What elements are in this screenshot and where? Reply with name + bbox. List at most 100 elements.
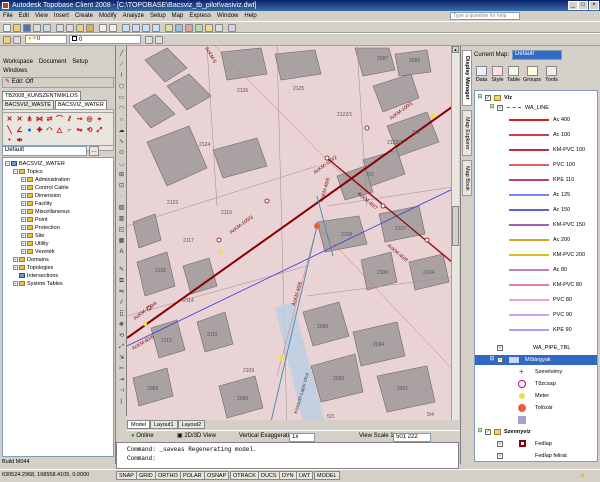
fitting-symbol[interactable]	[216, 237, 222, 243]
tab-workspace[interactable]: TB2008_KUNSZENTMIKLOS	[2, 91, 81, 100]
layer-group-szennyviz[interactable]: ⊟ ✓ Szennyvíz	[475, 427, 597, 437]
point-style-row[interactable]: Tűzcsap	[475, 379, 597, 389]
ducs-toggle[interactable]: DUCS	[258, 471, 280, 480]
layer-manager-icon[interactable]	[3, 36, 11, 44]
visibility-checkbox[interactable]: ✓	[497, 453, 503, 459]
line-red-icon[interactable]: ╲	[5, 126, 14, 135]
line-style-row[interactable]: Ac 400	[475, 115, 597, 125]
command-prompt[interactable]: Command:	[127, 454, 458, 463]
stretch-icon[interactable]: ⇲	[117, 354, 126, 363]
menu-window[interactable]: Window	[214, 11, 241, 21]
valve-symbol[interactable]	[314, 223, 320, 229]
print-icon[interactable]	[33, 24, 41, 32]
tree-topologies[interactable]: + Topologies	[13, 264, 53, 272]
line-icon[interactable]: ╱	[117, 50, 126, 59]
fitting-symbol[interactable]	[380, 203, 386, 209]
xline-icon[interactable]: ⟋	[117, 61, 126, 70]
point-style-row[interactable]: Tolózár	[475, 403, 597, 413]
collapse-icon[interactable]: −	[5, 161, 10, 167]
polyline-icon[interactable]: ⌇	[117, 72, 126, 81]
table-button[interactable]: Table	[506, 66, 521, 83]
layer-waste-row[interactable]: ✓ Fedlap	[475, 439, 597, 449]
cross-icon[interactable]: ✚	[35, 126, 44, 135]
close-button[interactable]: ×	[589, 1, 599, 10]
meter-symbol[interactable]	[278, 355, 284, 361]
tab-bacsviz-waste[interactable]: BACSVIZ_WASTE	[2, 100, 54, 109]
move-icon[interactable]: ✥	[117, 321, 126, 330]
ortho-toggle[interactable]: ORTHO	[155, 471, 181, 480]
view-scale-input[interactable]: 501 222	[393, 433, 431, 442]
layer-state-icon[interactable]	[13, 36, 21, 44]
circle-icon[interactable]: ○	[117, 116, 126, 125]
tree-intersections[interactable]: Intersections	[19, 272, 58, 280]
mtext-icon[interactable]: A	[117, 248, 126, 257]
layer-name-dropdown[interactable]: 0	[69, 35, 141, 44]
meter-symbol[interactable]	[219, 250, 223, 254]
ellipse-arc-icon[interactable]: ◡	[117, 160, 126, 169]
rotate-icon[interactable]: ⟲	[85, 126, 94, 135]
visibility-checkbox[interactable]: ✓	[497, 357, 503, 363]
tree-topic-item[interactable]: + Vezeték	[21, 248, 55, 256]
rotate-icon[interactable]: ⟲	[117, 332, 126, 341]
copy-icon[interactable]: ⧉	[117, 277, 126, 286]
merge-icon[interactable]: ⋈	[35, 115, 44, 124]
zoom-previous-icon[interactable]	[152, 24, 160, 32]
menu-modify[interactable]: Modify	[96, 11, 120, 21]
menu-map[interactable]: Map	[169, 11, 187, 21]
copy-icon[interactable]	[66, 24, 74, 32]
array-icon[interactable]: ⣿	[117, 310, 126, 319]
blue-point-icon[interactable]: ●	[25, 126, 34, 135]
map-drawing[interactable]: 2126 2124 2125 2123 2122/1 2122/2 2119 2…	[127, 46, 459, 430]
calculator-icon[interactable]	[215, 24, 223, 32]
reverse-icon[interactable]: ⇄	[45, 115, 54, 124]
preview-icon[interactable]	[43, 24, 51, 32]
menu-help[interactable]: Help	[241, 11, 259, 21]
scale-icon[interactable]: ⤢	[117, 343, 126, 352]
tools-button[interactable]: Tools	[544, 66, 559, 83]
fitting-symbol[interactable]	[424, 237, 430, 243]
document-menu-item[interactable]: Document	[36, 59, 69, 65]
line-style-row[interactable]: Ac 150	[475, 205, 597, 215]
expand-icon[interactable]: +	[21, 209, 26, 215]
make-block-icon[interactable]: ⊡	[117, 182, 126, 191]
filter-options-button[interactable]: …	[89, 146, 99, 156]
edit-off-toggle[interactable]: Edit: Off	[12, 79, 34, 85]
open-icon[interactable]	[13, 24, 21, 32]
line-style-row[interactable]: PVC 90	[475, 310, 597, 320]
expand-icon[interactable]: +	[13, 257, 18, 263]
osnap-toggle[interactable]: OSNAP	[204, 471, 230, 480]
pan-icon[interactable]	[122, 24, 130, 32]
expand-icon[interactable]: +	[21, 201, 26, 207]
line-style-row[interactable]: KPE 90	[475, 325, 597, 335]
paste-icon[interactable]	[76, 24, 84, 32]
ellipse-icon[interactable]: ⬭	[117, 149, 126, 158]
line-style-row[interactable]: Ac 125	[475, 190, 597, 200]
expand-icon[interactable]: +	[21, 177, 26, 183]
tree-topic-item[interactable]: + Protection	[21, 224, 60, 232]
menu-edit[interactable]: Edit	[16, 11, 32, 21]
erase-icon[interactable]: ✎	[117, 266, 126, 275]
snap-toggle[interactable]: SNAP	[116, 471, 137, 480]
spline-icon[interactable]: ∿	[117, 138, 126, 147]
point-style-row[interactable]: Meter	[475, 391, 597, 401]
collapse-icon[interactable]: ⊟	[489, 104, 495, 111]
tab-layout2[interactable]: Layout2	[177, 420, 206, 429]
line-style-row[interactable]: KM-PVC 150	[475, 220, 597, 230]
point-style-row[interactable]	[475, 415, 597, 425]
expand-icon[interactable]: +	[13, 265, 18, 271]
data-button[interactable]: Data	[474, 66, 489, 83]
design-center-icon[interactable]	[175, 24, 183, 32]
visibility-checkbox[interactable]: ✓	[497, 345, 503, 351]
tree-topics[interactable]: − Topics	[13, 168, 43, 176]
arc-icon[interactable]: ◠	[45, 126, 54, 135]
undo-icon[interactable]	[99, 24, 107, 32]
tree-topic-item[interactable]: + Facility	[21, 200, 52, 208]
collapse-icon[interactable]: −	[13, 169, 18, 175]
break-icon[interactable]: ⊣	[117, 387, 126, 396]
model-toggle[interactable]: MODEL	[314, 471, 340, 480]
line-style-row[interactable]: PVC 100	[475, 160, 597, 170]
layer-group-viz[interactable]: ⊟ ✓ Víz	[475, 93, 597, 103]
command-line[interactable]: Command: _saveas Regenerating model. Com…	[116, 442, 459, 469]
make-current-icon[interactable]	[145, 36, 153, 44]
expand-icon[interactable]: +	[21, 241, 26, 247]
